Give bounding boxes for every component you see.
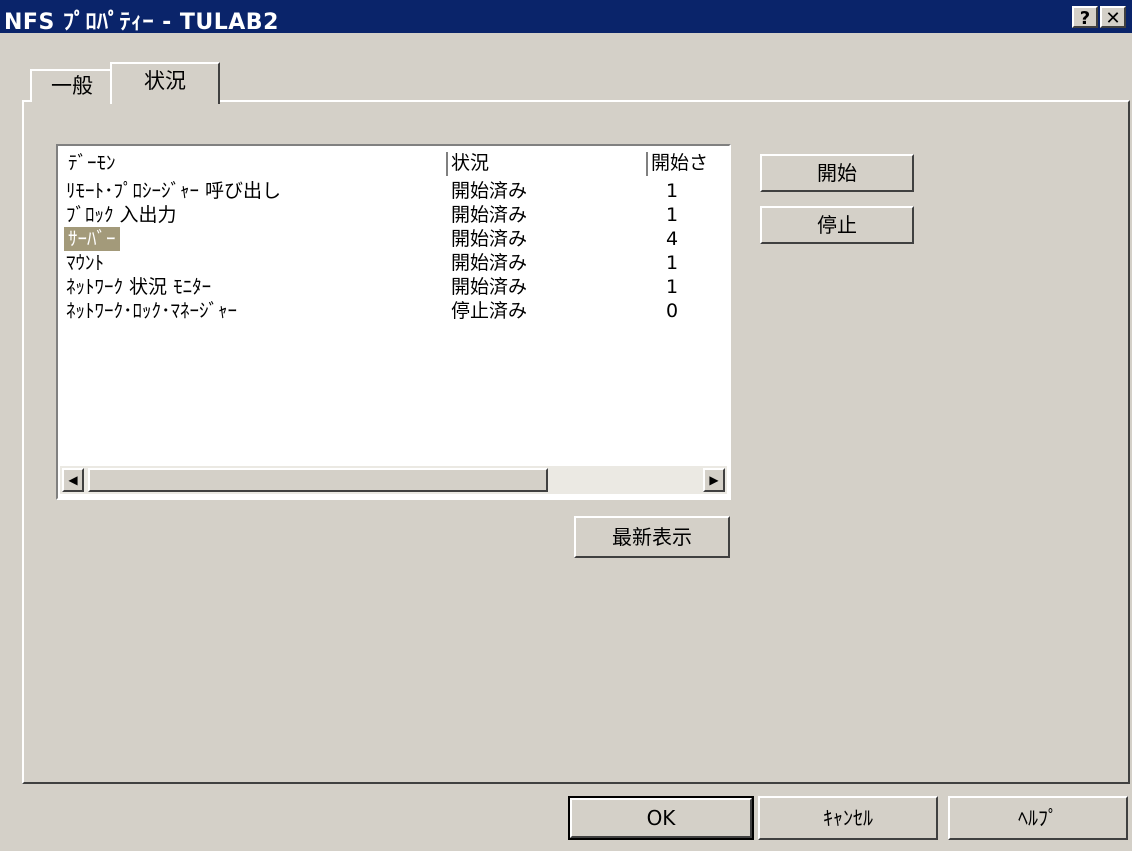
daemon-start-count: 1: [666, 204, 679, 226]
daemon-status: 開始済み: [451, 276, 528, 298]
daemon-status: 開始済み: [451, 252, 528, 274]
cancel-button[interactable]: ｷｬﾝｾﾙ: [758, 796, 938, 840]
close-icon[interactable]: ✕: [1100, 6, 1126, 29]
scrollbar-thumb[interactable]: [88, 468, 548, 492]
daemon-name: ﾘﾓｰﾄ･ﾌﾟﾛｼｰｼﾞｬｰ 呼び出し: [66, 180, 282, 202]
column-separator[interactable]: [646, 152, 648, 176]
column-header-daemon[interactable]: ﾃﾞｰﾓﾝ: [68, 152, 116, 174]
tab-general[interactable]: 一般: [30, 69, 114, 102]
scroll-right-icon[interactable]: ▶: [703, 468, 725, 492]
daemon-status: 停止済み: [451, 300, 528, 322]
stop-button[interactable]: 停止: [760, 206, 914, 244]
list-item[interactable]: ﾘﾓｰﾄ･ﾌﾟﾛｼｰｼﾞｬｰ 呼び出し 開始済み 1: [58, 179, 723, 203]
scroll-left-icon[interactable]: ◀: [62, 468, 84, 492]
daemon-start-count: 1: [666, 252, 679, 274]
start-button[interactable]: 開始: [760, 154, 914, 192]
tab-status[interactable]: 状況: [110, 62, 220, 104]
daemon-list[interactable]: ﾃﾞｰﾓﾝ 状況 開始さ ﾘﾓｰﾄ･ﾌﾟﾛｼｰｼﾞｬｰ 呼び出し 開始済み 1 …: [56, 144, 731, 500]
daemon-name: ｻｰﾊﾞｰ: [64, 227, 120, 251]
daemon-name: ﾈｯﾄﾜｰｸ 状況 ﾓﾆﾀｰ: [66, 276, 212, 298]
daemon-status: 開始済み: [451, 228, 528, 250]
refresh-button[interactable]: 最新表示: [574, 516, 730, 558]
list-item[interactable]: ﾈｯﾄﾜｰｸ 状況 ﾓﾆﾀｰ 開始済み 1: [58, 275, 723, 299]
column-header-started[interactable]: 開始さ: [651, 152, 708, 174]
list-item[interactable]: ﾌﾞﾛｯｸ 入出力 開始済み 1: [58, 203, 723, 227]
daemon-name: ﾏｳﾝﾄ: [66, 252, 105, 274]
daemon-start-count: 1: [666, 276, 679, 298]
horizontal-scrollbar[interactable]: ◀ ▶: [60, 466, 727, 494]
daemon-name: ﾌﾞﾛｯｸ 入出力: [66, 204, 177, 226]
ok-button[interactable]: OK: [568, 796, 754, 840]
daemon-status: 開始済み: [451, 180, 528, 202]
column-header-status[interactable]: 状況: [451, 152, 489, 174]
daemon-start-count: 1: [666, 180, 679, 202]
window-title: NFS ﾌﾟﾛﾊﾟﾃｨｰ - TULAB2: [4, 10, 279, 35]
list-item-selected[interactable]: ｻｰﾊﾞｰ 開始済み 4: [58, 227, 723, 251]
list-item[interactable]: ﾈｯﾄﾜｰｸ･ﾛｯｸ･ﾏﾈｰｼﾞｬｰ 停止済み 0: [58, 299, 723, 323]
daemon-start-count: 0: [666, 300, 679, 322]
column-separator[interactable]: [446, 152, 448, 176]
daemon-start-count: 4: [666, 228, 679, 250]
title-bar[interactable]: NFS ﾌﾟﾛﾊﾟﾃｨｰ - TULAB2 ? ✕: [0, 0, 1132, 35]
daemon-status: 開始済み: [451, 204, 528, 226]
help-icon[interactable]: ?: [1072, 6, 1098, 29]
daemon-name: ﾈｯﾄﾜｰｸ･ﾛｯｸ･ﾏﾈｰｼﾞｬｰ: [66, 300, 238, 322]
list-item[interactable]: ﾏｳﾝﾄ 開始済み 1: [58, 251, 723, 275]
help-button[interactable]: ﾍﾙﾌﾟ: [948, 796, 1128, 840]
ok-button-label: OK: [646, 806, 676, 830]
